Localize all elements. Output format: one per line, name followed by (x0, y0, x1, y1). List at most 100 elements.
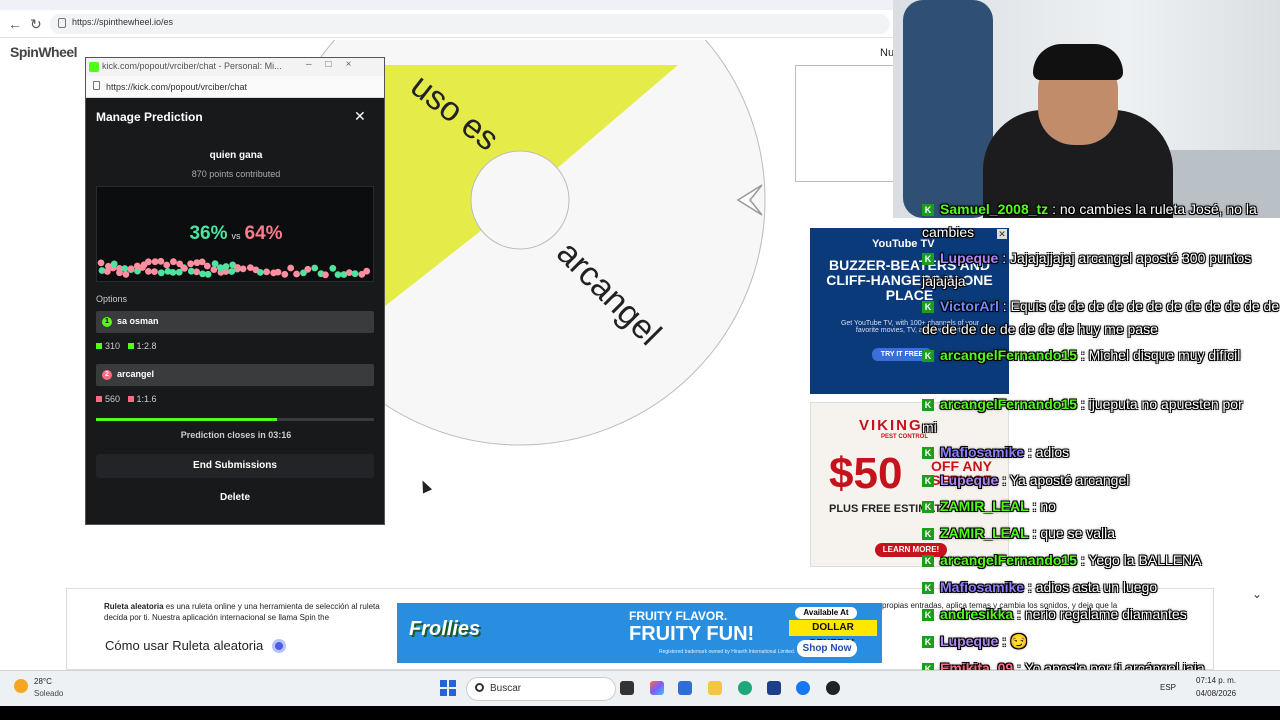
back-icon[interactable]: ← (8, 16, 22, 32)
store-icon[interactable] (767, 681, 781, 695)
vote-dot (234, 264, 241, 271)
weather-temp[interactable]: 28°C (34, 677, 52, 686)
chat-username[interactable]: Mafiosamike (940, 579, 1024, 595)
site-info-icon[interactable] (58, 18, 66, 28)
chat-username[interactable]: Mafiosamike (940, 444, 1024, 460)
kick-badge-icon: K (922, 528, 934, 540)
weather-icon[interactable] (14, 679, 28, 693)
nav-link-partial[interactable]: Nu (880, 47, 894, 59)
ad-fineprint: Registered trademark owned by Hiraeth In… (659, 649, 796, 655)
vote-dot (169, 269, 177, 276)
windows-start-icon[interactable] (440, 680, 456, 696)
option-2[interactable]: 2 arcangel (96, 364, 374, 386)
chat-text: : Yego la BALLENA (1076, 552, 1202, 568)
facebook-icon[interactable] (796, 681, 810, 695)
delete-button[interactable]: Delete (96, 486, 374, 510)
vote-dot (210, 266, 218, 273)
browser-tab-strip[interactable] (0, 0, 893, 10)
chat-username[interactable]: Samuel_2008_tz (940, 201, 1048, 217)
option-1-points: 310 (105, 341, 121, 351)
outlook-icon[interactable] (678, 681, 692, 695)
site-logo[interactable]: SpinWheel (10, 44, 78, 60)
taskbar-search[interactable]: Buscar (466, 677, 616, 701)
chat-text: : adios asta un luego (1024, 579, 1158, 595)
chat-username[interactable]: ZAMIR_LEAL (940, 498, 1029, 514)
end-submissions-button[interactable]: End Submissions (96, 454, 374, 478)
chat-username[interactable]: Lupeque (940, 633, 998, 649)
chat-username[interactable]: VictorArl (940, 298, 999, 314)
close-icon[interactable]: ✕ (354, 108, 366, 125)
ad-close-icon[interactable]: ✕ (997, 229, 1007, 239)
option-1-label: sa osman (117, 316, 159, 326)
chat-username[interactable]: Lupeque (940, 472, 998, 488)
obs-icon[interactable] (826, 681, 840, 695)
vote-dot (145, 258, 152, 266)
file-explorer-icon[interactable] (708, 681, 722, 695)
vote-dot (351, 270, 359, 278)
clock-time[interactable]: 07:14 p. m. (1196, 676, 1236, 685)
browser-toolbar: ← ↻ https://spinthewheel.io/es (0, 10, 893, 38)
webcam-overlay (893, 0, 1280, 218)
chevron-down-icon[interactable]: ⌄ (1252, 587, 1262, 601)
entries-panel[interactable] (795, 65, 895, 182)
site-info-icon[interactable] (93, 81, 100, 90)
chat-text: : que se valla (1028, 525, 1116, 541)
chat-message: K ZAMIR_LEAL : no (922, 498, 1056, 515)
vote-dot (256, 269, 264, 276)
chat-text: : Jajajajjajaj arcangel aposté 300 punto… (998, 250, 1252, 266)
vote-dot (187, 260, 194, 268)
chat-username[interactable]: ZAMIR_LEAL (940, 525, 1029, 541)
chat-text: : nerio regalame diamantes (1013, 606, 1187, 622)
window-controls[interactable]: –□× (306, 59, 365, 70)
language-indicator[interactable]: ESP (1160, 683, 1176, 692)
chat-username[interactable]: Lupeque (940, 250, 998, 266)
vote-dot (322, 271, 329, 279)
ad-shop-button[interactable]: Shop Now (797, 640, 857, 657)
kick-badge-icon: K (922, 399, 934, 411)
chat-message: Kandresikka : nerio regalame diamantes (922, 606, 1187, 623)
kick-badge-icon: K (922, 555, 934, 567)
chat-text: : 😏 (998, 633, 1028, 649)
edge-icon[interactable] (738, 681, 752, 695)
copilot-icon[interactable] (650, 681, 664, 695)
vote-dot (133, 262, 141, 270)
kick-badge-icon: K (922, 447, 934, 459)
option-1[interactable]: 1 sa osman (96, 311, 374, 333)
vote-dot (97, 259, 105, 267)
option-2-ratio: 1:1.6 (136, 394, 157, 404)
vote-dot (287, 264, 295, 272)
address-bar[interactable]: https://spinthewheel.io/es (50, 14, 890, 34)
chat-username[interactable]: arcangelFernando15 (940, 396, 1077, 412)
viking-logo: VIKING (859, 417, 923, 434)
chat-text: : adios (1024, 444, 1070, 460)
reload-icon[interactable]: ↻ (30, 16, 42, 33)
clock-date[interactable]: 04/08/2026 (1196, 689, 1236, 698)
vote-dot (122, 271, 130, 278)
kick-badge-icon: K (922, 609, 934, 621)
chat-username[interactable]: arcangelFernando15 (940, 552, 1077, 568)
frollies-ad[interactable]: Frollies FRUITY FLAVOR. FRUITY FUN! Regi… (397, 603, 882, 663)
time-progress-fill (96, 418, 277, 421)
vote-dot (181, 265, 188, 272)
ad-flavor: FRUITY FLAVOR. (629, 609, 728, 623)
prediction-question: quien gana (209, 150, 263, 161)
kick-favicon-icon (89, 62, 99, 72)
users-icon (96, 343, 102, 349)
description-bold: Ruleta aleatoria (104, 602, 164, 611)
kick-url-bar[interactable]: https://kick.com/popout/vrciber/chat (86, 76, 384, 98)
chat-username[interactable]: andresikka (940, 606, 1013, 622)
weather-condition[interactable]: Soleado (34, 689, 63, 698)
chat-username[interactable]: arcangelFernando15 (940, 347, 1077, 363)
search-label: Buscar (490, 683, 522, 694)
option-1-ratio: 1:2.8 (136, 341, 157, 351)
kick-badge-icon: K (922, 636, 934, 648)
chat-message: jajajaja (922, 273, 966, 290)
screen-bottom-border (0, 706, 1280, 720)
kick-titlebar[interactable]: kick.com/popout/vrciber/chat - Personal:… (86, 58, 384, 76)
chat-message: KarcangelFernando15 : ijueputa no apuest… (922, 396, 1243, 413)
vote-dot (263, 268, 270, 276)
vote-dot (311, 264, 319, 272)
users-icon (96, 396, 102, 402)
time-progress-bar (96, 418, 374, 421)
task-view-icon[interactable] (620, 681, 634, 695)
